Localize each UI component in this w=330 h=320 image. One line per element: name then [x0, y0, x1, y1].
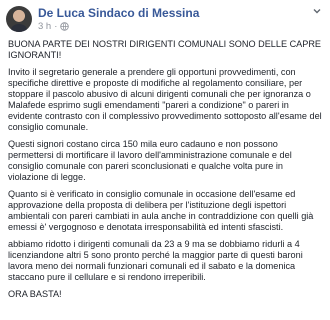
post-header: De Luca Sindaco di Messina 3 h ·	[6, 6, 322, 36]
post-meta: De Luca Sindaco di Messina 3 h ·	[38, 6, 199, 32]
post-paragraph: ORA BASTA!	[8, 288, 62, 299]
post-paragraph: BUONA PARTE DEI NOSTRI DIRIGENTI COMUNAL…	[8, 39, 322, 61]
globe-icon	[60, 22, 70, 31]
post-timestamp[interactable]: 3 h	[38, 22, 51, 32]
author-avatar[interactable]	[6, 6, 32, 32]
post-body: BUONA PARTE DEI NOSTRI DIRIGENTI COMUNAL…	[6, 39, 322, 300]
chevron-down-icon[interactable]	[312, 6, 322, 16]
post-paragraph: Questi signori costano circa 150 mila eu…	[8, 138, 292, 183]
post-paragraph: abbiamo ridotto i dirigenti comunali da …	[8, 238, 303, 283]
post-paragraph: Invito il segretario generale a prendere…	[8, 66, 322, 133]
post-paragraph: Quanto si è verificato in consiglio comu…	[8, 188, 314, 233]
facebook-post: De Luca Sindaco di Messina 3 h · BUONA P…	[0, 0, 330, 320]
separator-dot: ·	[54, 21, 58, 32]
author-name[interactable]: De Luca Sindaco di Messina	[38, 7, 199, 19]
post-subline: 3 h ·	[38, 22, 199, 32]
